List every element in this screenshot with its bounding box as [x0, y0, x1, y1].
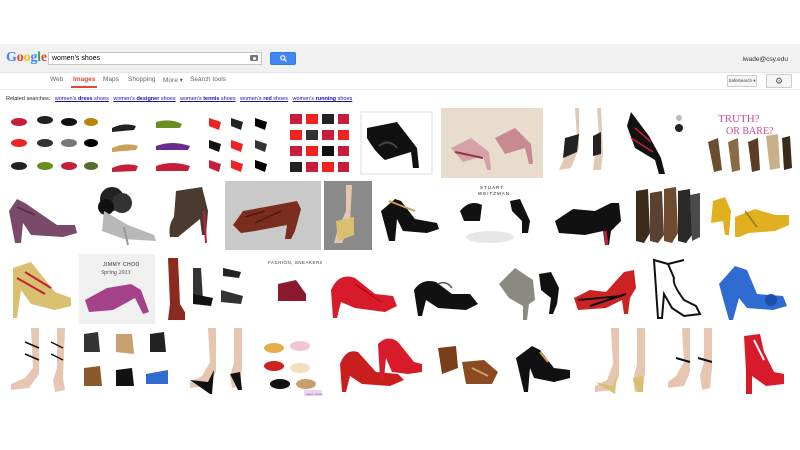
image-result[interactable] — [78, 328, 176, 398]
image-result[interactable]: STUART WEITZMAN — [450, 181, 546, 250]
image-result[interactable] — [104, 108, 200, 178]
image-result[interactable] — [185, 254, 251, 324]
image-result[interactable] — [5, 108, 101, 178]
related-prefix: women's — [54, 96, 78, 102]
image-result[interactable] — [84, 181, 163, 250]
related-suffix: shoes — [92, 96, 109, 102]
related-bold: running — [315, 96, 337, 102]
search-nav: Web Images Maps Shopping More ▾ Search t… — [0, 73, 800, 90]
logo-letter: o — [16, 50, 24, 65]
logo-letter: G — [6, 50, 17, 65]
search-box[interactable] — [48, 52, 262, 65]
tab-maps[interactable]: Maps — [103, 76, 119, 83]
caption-fashion: FASHION, SNEAKERS — [268, 260, 322, 265]
image-result[interactable] — [357, 108, 436, 178]
search-input[interactable] — [52, 53, 242, 64]
search-icon — [280, 55, 287, 62]
camera-icon[interactable] — [250, 55, 258, 61]
related-suffix: shoes — [219, 96, 236, 102]
related-link-running[interactable]: women's running shoes — [293, 96, 353, 102]
image-result[interactable] — [489, 254, 567, 324]
logo-letter: o — [23, 50, 31, 65]
caption-truth: TRUTH? — [718, 113, 760, 125]
related-link-red[interactable]: women's red shoes — [240, 96, 288, 102]
image-result[interactable]: JIMMY CHOO Spring 2013 — [79, 254, 155, 324]
tab-shopping[interactable]: Shopping — [128, 76, 155, 83]
image-result[interactable] — [225, 181, 321, 250]
related-prefix: women's — [180, 96, 204, 102]
logo-letter: g — [30, 50, 38, 65]
caption-pink-tag: paper shoes — [306, 392, 323, 396]
related-prefix: women's — [113, 96, 137, 102]
image-result[interactable]: paper shoes — [256, 328, 327, 398]
image-result[interactable] — [617, 108, 697, 178]
tab-images[interactable]: Images — [70, 76, 98, 88]
related-bold: dress — [77, 96, 93, 102]
search-button[interactable] — [270, 52, 296, 65]
image-result[interactable] — [705, 181, 794, 250]
related-link-tennis[interactable]: women's tennis shoes — [180, 96, 235, 102]
related-searches: Related searches: women's dress shoes wo… — [6, 96, 352, 102]
user-email[interactable]: lwade@csy.edu — [743, 56, 789, 63]
image-result[interactable] — [5, 328, 77, 398]
caption-stuart: STUART — [480, 185, 504, 190]
tab-more[interactable]: More ▾ — [163, 76, 183, 84]
related-link-dress[interactable]: women's dress shoes — [55, 96, 109, 102]
caption-jimmy-choo: JIMMY CHOO — [103, 262, 140, 268]
image-result[interactable] — [644, 254, 708, 324]
image-result[interactable]: TRUTH? OR BARE? — [702, 108, 794, 178]
related-suffix: shoes — [271, 96, 288, 102]
svg-text:WEITZMAN: WEITZMAN — [478, 191, 510, 196]
safesearch-dropdown[interactable]: SafeSearch ▾ — [727, 75, 757, 87]
google-logo[interactable]: Google — [6, 50, 47, 66]
image-result[interactable] — [730, 328, 790, 398]
image-result[interactable] — [432, 328, 505, 398]
image-result[interactable] — [408, 254, 486, 324]
svg-text:OR BARE?: OR BARE? — [726, 126, 774, 137]
svg-text:Spring 2013: Spring 2013 — [101, 270, 131, 276]
related-prefix: women's — [292, 96, 316, 102]
related-suffix: shoes — [159, 96, 176, 102]
image-result[interactable] — [570, 254, 642, 324]
related-bold: tennis — [203, 96, 220, 102]
related-bold: red — [263, 96, 272, 102]
image-result[interactable] — [5, 181, 83, 250]
image-result[interactable] — [551, 108, 615, 178]
related-link-designer[interactable]: women's designer shoes — [113, 96, 175, 102]
logo-letter: e — [40, 50, 47, 65]
image-result[interactable] — [166, 181, 221, 250]
image-result[interactable] — [375, 181, 447, 250]
image-result[interactable] — [441, 108, 543, 178]
related-prefix: women's — [240, 96, 264, 102]
related-bold: designer — [136, 96, 160, 102]
image-result[interactable] — [549, 181, 629, 250]
image-result[interactable] — [660, 328, 716, 398]
gear-icon: ⚙ — [774, 76, 784, 86]
related-label: Related searches: — [6, 96, 51, 102]
image-result[interactable] — [180, 328, 253, 398]
image-result[interactable] — [5, 254, 77, 324]
settings-button[interactable]: ⚙ — [766, 74, 792, 88]
image-result[interactable] — [325, 254, 405, 324]
image-result[interactable] — [324, 181, 372, 250]
image-result[interactable]: FASHION, SNEAKERS — [266, 254, 322, 324]
image-result[interactable] — [510, 328, 576, 398]
image-result[interactable] — [334, 328, 428, 398]
image-result[interactable] — [713, 254, 794, 324]
tab-search-tools[interactable]: Search tools — [190, 76, 226, 83]
image-result[interactable] — [203, 108, 282, 178]
tab-web[interactable]: Web — [50, 76, 63, 83]
image-result[interactable] — [286, 108, 353, 178]
image-result[interactable] — [632, 181, 702, 250]
related-suffix: shoes — [336, 96, 353, 102]
image-result[interactable] — [581, 328, 651, 398]
google-header-bar: Google lwade@csy.edu — [0, 44, 800, 73]
